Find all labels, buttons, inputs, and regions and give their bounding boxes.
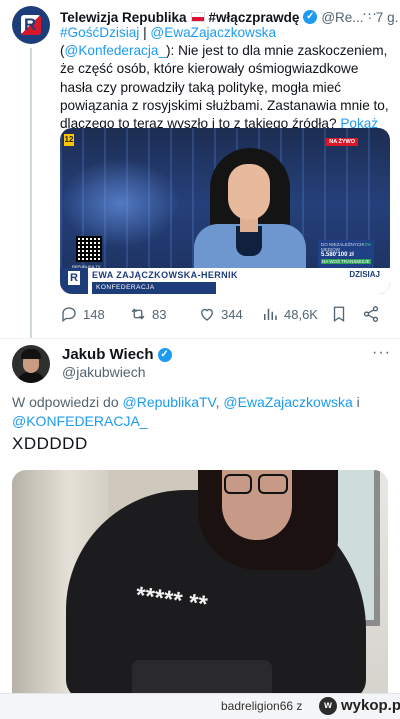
live-badge: NA ŻYWO <box>326 138 358 146</box>
bookmark-button[interactable] <box>330 304 348 324</box>
repost-icon <box>131 308 145 320</box>
poland-flag-icon <box>190 12 205 22</box>
lower-third-party: KONFEDERACJA <box>92 282 216 294</box>
avatar-hair <box>21 349 41 359</box>
reply-mention-republika[interactable]: @RepublikaTV <box>123 394 216 410</box>
reply-sep: i <box>352 394 360 410</box>
republika-tv-logo-icon: R <box>60 268 88 294</box>
wykop-footer: badreligion66 z w wykop.pl <box>0 693 400 719</box>
repost-button[interactable]: 83 <box>129 304 166 324</box>
reply-button[interactable]: 148 <box>60 304 105 324</box>
reply-prefix: W odpowiedzi do <box>12 394 123 410</box>
reply-icon <box>62 307 76 323</box>
reply-mention-ewa[interactable]: @EwaZajaczkowska <box>223 394 352 410</box>
ticker-percent: 72% <box>361 242 371 247</box>
lower-third: R EWA ZAJĄCZKOWSKA-HERNIK KONFEDERACJA D… <box>60 268 390 294</box>
like-count: 344 <box>221 306 243 322</box>
verified-badge-icon: ✓ <box>303 10 318 24</box>
ticker-tail: NA WOŚ TRANSMISJE <box>321 259 371 264</box>
studio-light <box>60 158 180 248</box>
thread-line <box>30 48 32 338</box>
account-handle[interactable]: @Re... <box>321 10 363 25</box>
republika-avatar[interactable]: R <box>12 6 50 44</box>
mention-ewa[interactable]: @EwaZajaczkowska <box>150 25 276 40</box>
author-handle[interactable]: @jakubwiech <box>62 364 145 380</box>
more-options-icon[interactable]: ··· <box>362 5 377 22</box>
guest-face <box>228 164 270 220</box>
hashtag-link[interactable]: #GośćDzisiaj <box>60 25 139 40</box>
reply-context: W odpowiedzi do @RepublikaTV, @EwaZajacz… <box>12 393 392 431</box>
tweet1-actions: 148 83 344 48,6K <box>60 304 390 324</box>
account-name[interactable]: Telewizja Republika <box>60 10 187 25</box>
bookmark-icon <box>333 306 345 323</box>
footer-connector: z <box>296 699 303 713</box>
account-hashtag: #włączprawdę <box>208 9 300 25</box>
tweet-divider <box>0 338 400 339</box>
author-name[interactable]: Jakub Wiech <box>62 346 154 363</box>
like-button[interactable]: 344 <box>198 304 243 324</box>
logo-letter: R <box>68 271 80 285</box>
program-name: DZISIAJ <box>349 270 380 279</box>
tweet2-name-row: Jakub Wiech ✓ <box>62 346 172 363</box>
repost-count: 83 <box>152 306 167 322</box>
lower-third-name: EWA ZAJĄCZKOWSKA-HERNIK <box>92 270 238 280</box>
views-chart-icon <box>264 308 277 320</box>
reply-count: 148 <box>83 306 105 322</box>
donation-ticker: DO NIEZALEŻNYCH MEDIÓW 5.580'100 zł NA W… <box>318 240 374 270</box>
avatar-body <box>17 372 45 383</box>
ticker-value: 5.580'100 zł <box>321 252 354 258</box>
views-button[interactable]: 48,6K <box>261 304 318 324</box>
qr-code-icon <box>76 236 102 262</box>
tweet2-text: XDDDDD <box>12 434 88 453</box>
republika-logo-letter: R <box>24 15 37 34</box>
more-options-icon[interactable]: ··· <box>372 344 391 362</box>
text-separator: | <box>139 25 151 40</box>
wykop-logo-icon: w <box>319 697 337 715</box>
footer-user-text: badreligion66 <box>221 699 294 713</box>
mention-konfederacja[interactable]: @Konfederacja_ <box>65 43 166 58</box>
photo-glasses-left <box>224 474 252 494</box>
views-count: 48,6K <box>284 306 318 322</box>
verified-badge-icon: ✓ <box>157 347 172 362</box>
share-button[interactable] <box>362 304 380 324</box>
heart-icon <box>201 308 213 321</box>
photo-glasses-right <box>258 474 288 494</box>
jakub-wiech-avatar[interactable] <box>12 345 50 383</box>
share-icon <box>363 306 379 322</box>
wykop-brand[interactable]: wykop.pl <box>341 697 400 714</box>
footer-username[interactable]: badreligion66 z <box>221 699 302 713</box>
tweet1-video-still[interactable]: 12 NA ŻYWO REPUBLIKA TV DO NIEZALEŻNYCH … <box>60 128 390 294</box>
reply-mention-konfederacja[interactable]: @KONFEDERACJA_ <box>12 413 148 429</box>
tweet2-photo[interactable]: ***** ** <box>12 470 388 698</box>
channel-badge: 12 <box>64 134 74 146</box>
